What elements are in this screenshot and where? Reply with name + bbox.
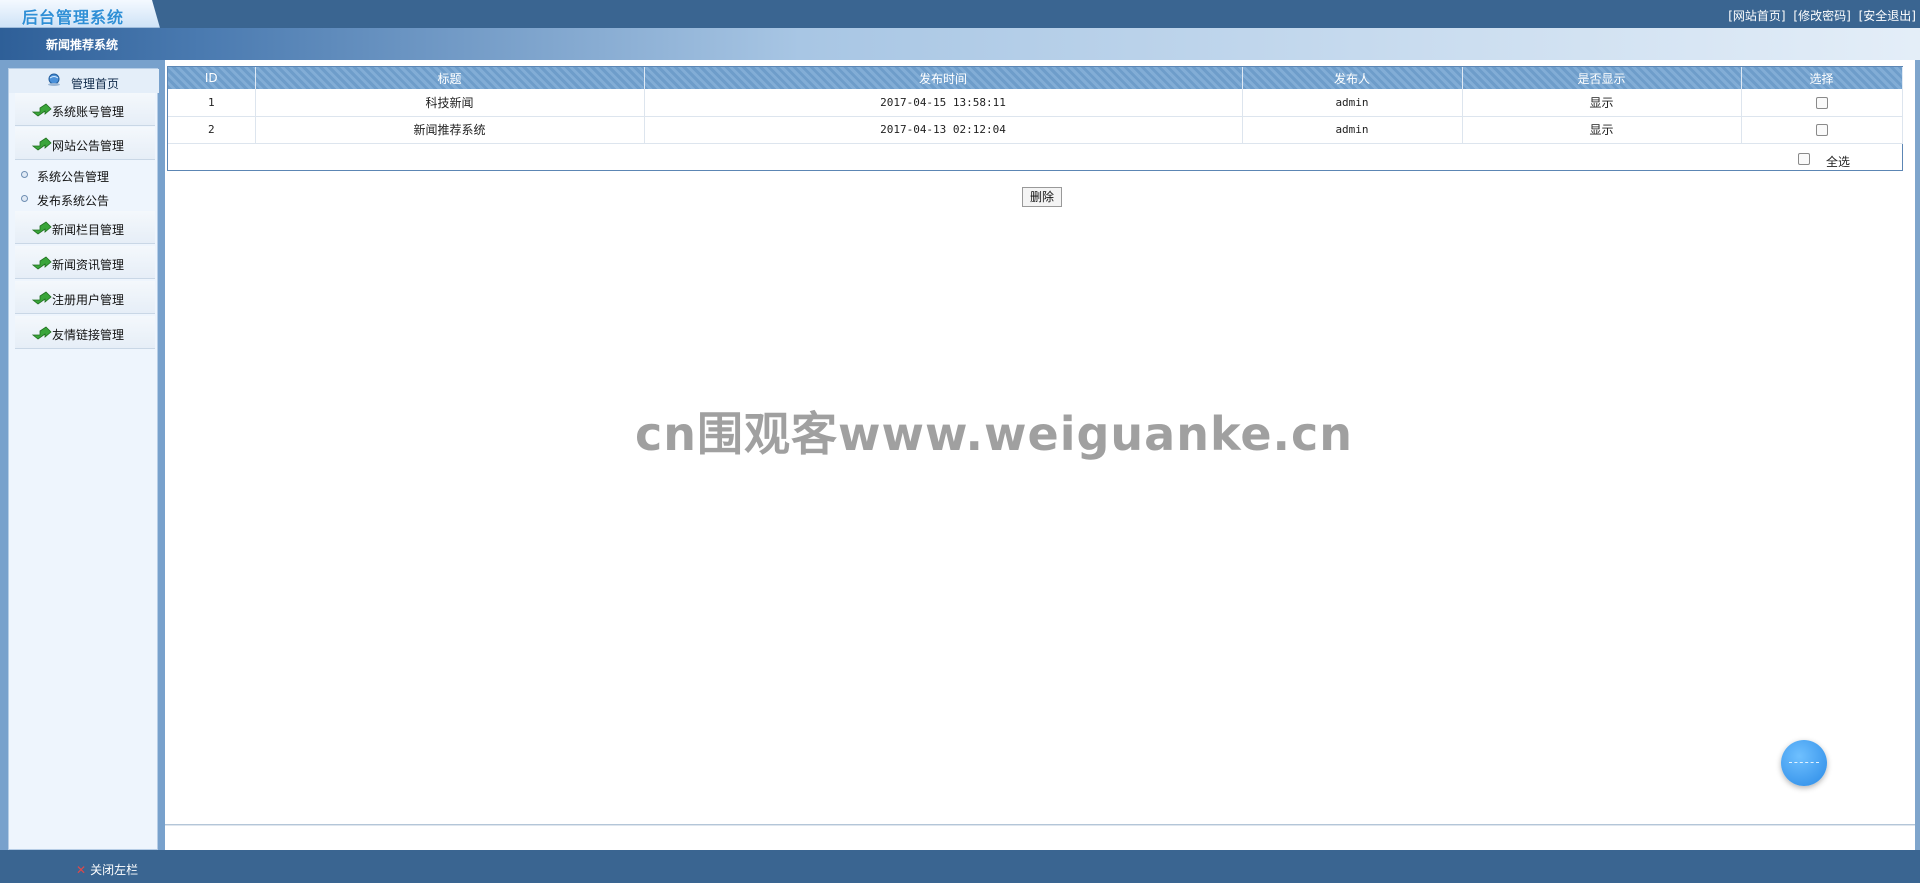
column-header-title: 标题: [255, 67, 645, 89]
top-links: [网站首页] [修改密码] [安全退出]: [1724, 7, 1916, 24]
table-row: 1 科技新闻 2017-04-15 13:58:11 admin 显示: [168, 89, 1903, 117]
notice-table-panel: ID 标题 发布时间 发布人 是否显示 选择 1 科技新闻 2017-04-15…: [167, 66, 1903, 171]
cell-time: 2017-04-15 13:58:11: [644, 89, 1243, 117]
sidebar-home[interactable]: 管理首页: [9, 69, 159, 93]
notice-table: ID 标题 发布时间 发布人 是否显示 选择 1 科技新闻 2017-04-15…: [168, 67, 1903, 144]
row-checkbox[interactable]: [1815, 124, 1828, 136]
bullet-icon: [21, 171, 28, 178]
logout-link[interactable]: [安全退出]: [1859, 9, 1916, 23]
row-checkbox[interactable]: [1815, 96, 1828, 109]
green-arrow-icon: [32, 137, 52, 151]
cell-select: [1741, 116, 1903, 144]
table-header-row: ID 标题 发布时间 发布人 是否显示 选择: [168, 67, 1903, 89]
app-logo: 后台管理系统: [0, 0, 160, 28]
site-home-link[interactable]: [网站首页]: [1728, 9, 1785, 23]
cell-title: 科技新闻: [255, 89, 645, 117]
sidebar: 管理首页 系统账号管理 网站公告管理 系统公告管理 发布系统公告 新闻栏目管理 …: [0, 60, 165, 850]
delete-button[interactable]: 删除: [1022, 187, 1062, 207]
select-all-checkbox[interactable]: [1797, 153, 1810, 165]
column-header-author: 发布人: [1242, 67, 1463, 89]
home-globe-icon: [48, 73, 60, 86]
menu-item-site-notices[interactable]: 网站公告管理: [15, 127, 155, 160]
system-name-bar: 新闻推荐系统: [0, 28, 1920, 60]
green-arrow-icon: [32, 291, 52, 305]
close-sidebar-button[interactable]: ✕ 关闭左栏: [76, 861, 138, 878]
dashed-line-icon: [1789, 762, 1819, 763]
cell-show: 显示: [1462, 89, 1742, 117]
green-arrow-icon: [32, 221, 52, 235]
cell-author: admin: [1242, 116, 1463, 144]
column-header-show: 是否显示: [1462, 67, 1742, 89]
sidebar-home-label: 管理首页: [71, 77, 120, 91]
cell-id: 2: [168, 116, 256, 144]
system-name: 新闻推荐系统: [46, 38, 119, 52]
column-header-select: 选择: [1741, 67, 1903, 89]
close-x-icon: ✕: [76, 863, 87, 877]
top-bar: 后台管理系统 [网站首页] [修改密码] [安全退出]: [0, 0, 1920, 28]
watermark-text: cn围观客www.weiguanke.cn: [635, 407, 1354, 461]
main-content: ID 标题 发布时间 发布人 是否显示 选择 1 科技新闻 2017-04-15…: [165, 60, 1920, 850]
floating-assistant-ball[interactable]: [1781, 740, 1827, 786]
menu-item-registered-users[interactable]: 注册用户管理: [15, 281, 155, 314]
cell-title: 新闻推荐系统: [255, 116, 645, 144]
cell-author: admin: [1242, 89, 1463, 117]
sidebar-panel: 管理首页 系统账号管理 网站公告管理 系统公告管理 发布系统公告 新闻栏目管理 …: [8, 68, 159, 850]
footer-bar: ✕ 关闭左栏: [0, 850, 1920, 883]
right-frame-border: [1915, 60, 1920, 850]
change-password-link[interactable]: [修改密码]: [1793, 9, 1850, 23]
close-sidebar-label: 关闭左栏: [90, 863, 139, 877]
content-bottom-divider: [165, 824, 1920, 826]
cell-select: [1741, 89, 1903, 117]
menu-item-friend-links[interactable]: 友情链接管理: [15, 316, 155, 349]
column-header-id: ID: [168, 67, 256, 89]
column-header-time: 发布时间: [644, 67, 1243, 89]
green-arrow-icon: [32, 326, 52, 340]
green-arrow-icon: [32, 103, 52, 117]
cell-show: 显示: [1462, 116, 1742, 144]
menu-item-news-articles[interactable]: 新闻资讯管理: [15, 246, 155, 279]
bullet-icon: [21, 195, 28, 202]
menu-item-news-categories[interactable]: 新闻栏目管理: [15, 211, 155, 244]
cell-id: 1: [168, 89, 256, 117]
menu-item-system-accounts[interactable]: 系统账号管理: [15, 93, 155, 126]
table-row: 2 新闻推荐系统 2017-04-13 02:12:04 admin 显示: [168, 116, 1903, 144]
cell-time: 2017-04-13 02:12:04: [644, 116, 1243, 144]
app-logo-text: 后台管理系统: [22, 8, 125, 27]
select-all-label: 全选: [1825, 155, 1850, 169]
select-all[interactable]: 全选: [1797, 153, 1850, 170]
green-arrow-icon: [32, 256, 52, 270]
